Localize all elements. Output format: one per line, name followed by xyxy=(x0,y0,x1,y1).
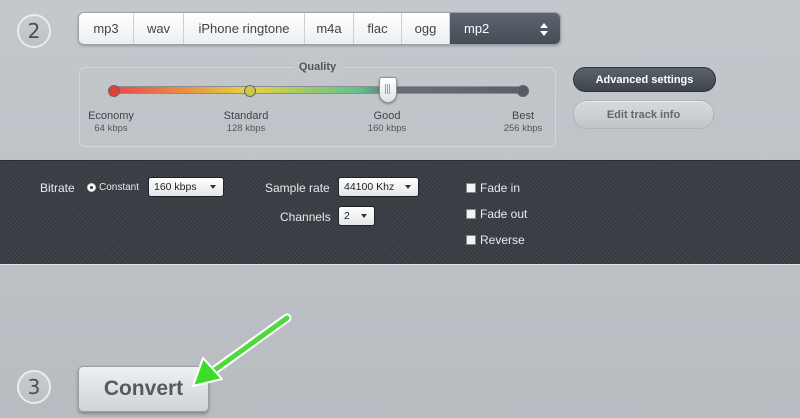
format-option-mp2-selected[interactable]: mp2 xyxy=(450,13,560,44)
quality-stop-best[interactable] xyxy=(517,85,529,97)
selected-format-label: mp2 xyxy=(464,21,490,36)
fade-out-checkbox[interactable] xyxy=(466,209,476,219)
quality-title: Quality xyxy=(80,61,555,73)
format-selector: mp3 wav iPhone ringtone m4a flac ogg mp2 xyxy=(78,12,561,45)
format-option-iphone-ringtone[interactable]: iPhone ringtone xyxy=(184,13,305,44)
format-option-mp3[interactable]: mp3 xyxy=(79,13,134,44)
quality-label-good: Good 160 kbps xyxy=(367,110,407,134)
bitrate-mode-label: Constant xyxy=(99,182,140,193)
bitrate-select[interactable]: 160 kbps xyxy=(148,177,224,197)
quality-stop-standard[interactable] xyxy=(244,85,256,97)
quality-label-economy: Economy 64 kbps xyxy=(88,110,134,134)
quality-stop-economy[interactable] xyxy=(108,85,120,97)
step-number-3: 3 xyxy=(17,370,51,404)
channels-label: Channels xyxy=(280,210,331,224)
format-option-ogg[interactable]: ogg xyxy=(402,13,450,44)
fade-in-label: Fade in xyxy=(480,181,521,195)
format-option-wav[interactable]: wav xyxy=(134,13,184,44)
quality-slider-track[interactable] xyxy=(113,86,523,94)
dropdown-arrows-icon xyxy=(540,21,548,37)
step-number-2: 2 xyxy=(17,14,51,48)
reverse-label: Reverse xyxy=(480,233,525,247)
format-option-flac[interactable]: flac xyxy=(354,13,402,44)
quality-label-best: Best 256 kbps xyxy=(503,110,543,134)
advanced-settings-panel: Bitrate Constant 160 kbps Sample rate 44… xyxy=(0,160,800,265)
format-option-m4a[interactable]: m4a xyxy=(305,13,354,44)
quality-panel: Quality xyxy=(79,61,556,147)
bitrate-label: Bitrate xyxy=(40,181,75,195)
sample-rate-select[interactable]: 44100 Khz xyxy=(338,177,419,197)
bitrate-constant-radio[interactable] xyxy=(87,183,96,192)
channels-select[interactable]: 2 xyxy=(338,206,375,226)
quality-slider-handle[interactable] xyxy=(379,77,397,103)
reverse-checkbox[interactable] xyxy=(466,235,476,245)
advanced-settings-button[interactable]: Advanced settings xyxy=(573,67,716,92)
quality-label-standard: Standard 128 kbps xyxy=(223,110,269,134)
sample-rate-label: Sample rate xyxy=(265,181,330,195)
edit-track-info-button[interactable]: Edit track info xyxy=(573,100,714,129)
fade-out-label: Fade out xyxy=(480,207,528,221)
fade-in-checkbox[interactable] xyxy=(466,183,476,193)
convert-button[interactable]: Convert xyxy=(78,366,209,412)
